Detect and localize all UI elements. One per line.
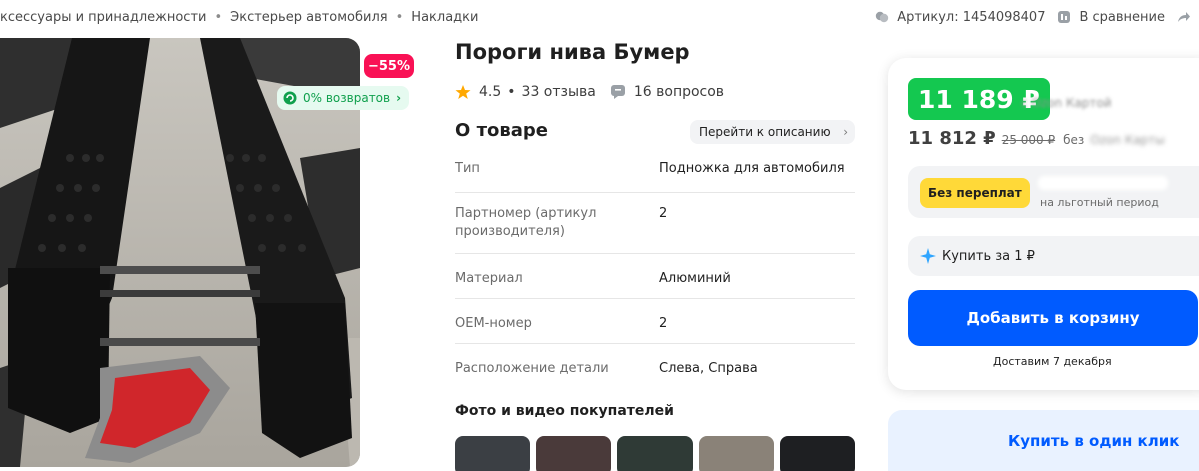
price-card: 11 189 ₽ с Ozon Картой 11 812 ₽ 25 000 ₽… [888, 58, 1199, 390]
spec-row: OEM-номер 2 [455, 299, 855, 344]
rating-value[interactable]: 4.5 [479, 84, 501, 100]
returns-icon [283, 91, 297, 105]
price-with-card-note: с Ozon Картой [1021, 96, 1112, 110]
delivery-date: Доставим 7 декабря [993, 355, 1112, 368]
buy-for-one-ruble-label: Купить за 1 ₽ [942, 248, 1035, 264]
go-to-description-label: Перейти к описанию [699, 125, 831, 139]
spec-value: 2 [659, 206, 668, 221]
spec-value: Слева, Справа [659, 361, 758, 376]
customer-media-thumb[interactable] [536, 436, 612, 471]
spec-row: Тип Подножка для автомобиля [455, 148, 855, 193]
spec-row: Партномер (артикул производителя) 2 [455, 193, 855, 254]
discount-badge: −55% [364, 54, 414, 78]
star-icon [455, 85, 471, 99]
spec-value: Подножка для автомобиля [659, 161, 845, 176]
spec-key: Расположение детали [455, 361, 609, 376]
installment-blurred-line [1038, 176, 1168, 190]
product-title: Пороги нива Бумер [455, 40, 690, 64]
customer-media-thumb[interactable] [617, 436, 693, 471]
product-page: ксессуары и принадлежности • Экстерьер а… [0, 0, 1199, 471]
price-old: 25 000 ₽ [1001, 133, 1056, 147]
spec-value: Алюминий [659, 271, 731, 286]
customer-media-thumb[interactable] [698, 436, 774, 471]
chevron-right-icon: › [843, 125, 848, 139]
customer-media-thumb[interactable] [455, 436, 531, 471]
sparkle-icon [920, 248, 936, 264]
chevron-right-icon: › [396, 91, 402, 105]
copy-icon [876, 11, 889, 23]
spec-value: 2 [659, 316, 668, 331]
questions-icon [610, 85, 625, 99]
price-regular: 11 812 ₽ [908, 128, 996, 149]
spec-row: Расположение детали Слева, Справа [455, 344, 855, 389]
compare-label: В сравнение [1079, 9, 1165, 25]
rating-row: 4.5 • 33 отзыва 16 вопросов [455, 82, 724, 102]
breadcrumb-item-exterior[interactable]: Экстерьер автомобиля [230, 10, 387, 25]
buy-for-one-ruble[interactable]: Купить за 1 ₽ [908, 236, 1199, 276]
spec-key: OEM-номер [455, 316, 532, 331]
add-to-cart-button[interactable]: Добавить в корзину [908, 290, 1198, 346]
compare-button[interactable]: В сравнение [1057, 10, 1165, 25]
spec-key: Партномер (артикул производителя) [455, 206, 597, 239]
buy-one-click-button[interactable]: Купить в один клик [888, 410, 1199, 471]
article-number[interactable]: Артикул: 1454098407 [875, 10, 1045, 25]
spec-row: Материал Алюминий [455, 254, 855, 299]
price-without-card: 11 812 ₽ 25 000 ₽ без Ozon Карты [908, 128, 1165, 152]
breadcrumb: ксессуары и принадлежности • Экстерьер а… [0, 8, 478, 26]
breadcrumb-separator: • [214, 9, 223, 25]
returns-label: 0% возвратов [303, 91, 391, 105]
go-to-description-button[interactable]: Перейти к описанию › [690, 120, 855, 144]
share-button[interactable] [1177, 10, 1199, 24]
about-title: О товаре [455, 120, 548, 141]
breadcrumb-item-overlays[interactable]: Накладки [411, 10, 478, 25]
rating-separator: • [507, 84, 516, 100]
breadcrumb-item-accessories[interactable]: ксессуары и принадлежности [0, 10, 206, 25]
specs-table: Тип Подножка для автомобиля Партномер (а… [455, 148, 855, 389]
price-regular-note: без [1063, 133, 1085, 147]
share-arrow-icon [1178, 12, 1190, 22]
installment-block[interactable]: Без переплат на льготный период [908, 166, 1199, 218]
breadcrumb-separator: • [395, 9, 404, 25]
top-actions: Артикул: 1454098407 В сравнение [863, 8, 1199, 26]
returns-badge[interactable]: 0% возвратов › [277, 86, 410, 110]
installment-note: на льготный период [1040, 196, 1159, 209]
reviews-link[interactable]: 33 отзыва [522, 84, 596, 100]
spec-key: Материал [455, 271, 523, 286]
questions-link[interactable]: 16 вопросов [634, 84, 724, 100]
compare-icon [1058, 11, 1071, 23]
customer-media-thumb[interactable] [779, 436, 855, 471]
price-regular-note-blurred: Ozon Карты [1090, 133, 1165, 147]
spec-key: Тип [455, 161, 480, 176]
no-overpay-tag: Без переплат [920, 178, 1030, 208]
customer-media-row [455, 436, 855, 471]
article-label: Артикул: 1454098407 [897, 9, 1046, 25]
customer-media-title: Фото и видео покупателей [455, 403, 674, 419]
